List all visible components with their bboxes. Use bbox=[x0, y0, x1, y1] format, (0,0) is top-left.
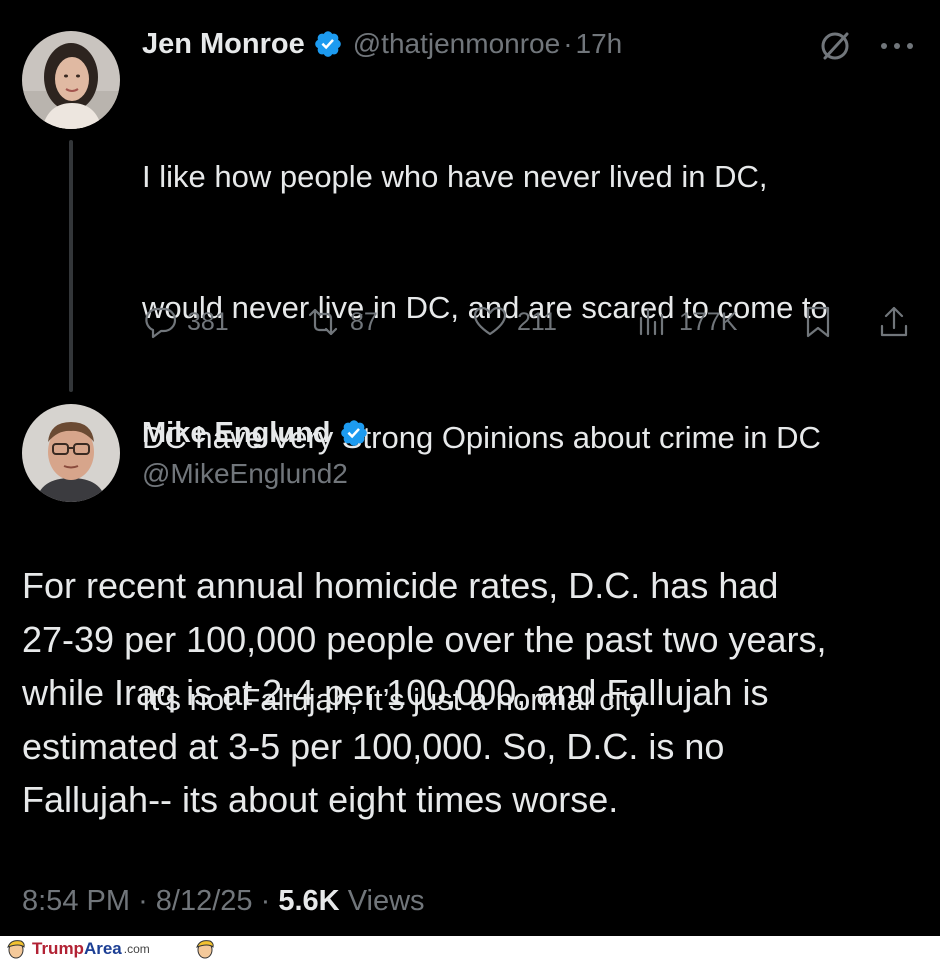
like-button[interactable]: 211 bbox=[472, 300, 557, 344]
watermark-logo: Trump Area .com bbox=[32, 936, 150, 961]
reply-button[interactable]: 381 bbox=[142, 300, 229, 344]
separator-dot: · bbox=[260, 885, 271, 917]
repost-count: 87 bbox=[350, 307, 378, 336]
author-handle[interactable]: @thatjenmonroe bbox=[353, 28, 560, 60]
grok-icon[interactable] bbox=[818, 29, 852, 63]
avatar-mike-englund[interactable] bbox=[22, 404, 120, 502]
share-icon bbox=[880, 306, 908, 337]
author-name[interactable]: Jen Monroe bbox=[142, 28, 305, 61]
watermark-face-icon bbox=[196, 940, 214, 959]
watermark-footer: Trump Area .com bbox=[0, 936, 940, 961]
watermark-brand-c: .com bbox=[123, 941, 150, 956]
views-label: Views bbox=[347, 885, 425, 917]
tweet1-header: Jen Monroe @thatjenmonroe · 17h bbox=[142, 24, 622, 64]
repost-icon bbox=[308, 308, 338, 336]
watermark-brand-b: Area bbox=[83, 938, 122, 958]
tweet1-action-bar: 381 87 211 177K bbox=[142, 300, 920, 344]
tweet-text-line: Fallujah-- its about eight times worse. bbox=[22, 779, 619, 820]
tweet-text-line: while Iraq is at 2-4 per 100,000, and Fa… bbox=[22, 672, 769, 713]
reply-icon bbox=[145, 307, 177, 339]
watermark-brand-a: Trump bbox=[32, 938, 84, 958]
share-button[interactable] bbox=[876, 300, 912, 344]
views-count: 5.6K bbox=[278, 885, 340, 917]
repost-button[interactable]: 87 bbox=[305, 300, 378, 344]
tweet-date[interactable]: 8/12/25 bbox=[156, 885, 253, 917]
tweet2-meta: 8:54 PM · 8/12/25 · 5.6K Views bbox=[22, 885, 425, 918]
author-handle[interactable]: @MikeEnglund2 bbox=[142, 458, 348, 490]
more-options-icon[interactable] bbox=[878, 36, 916, 56]
tweet2-header: Mike Englund bbox=[142, 412, 369, 454]
tweet-text-line: estimated at 3-5 per 100,000. So, D.C. i… bbox=[22, 725, 725, 767]
tweet-text-line: 27-39 per 100,000 people over the past t… bbox=[22, 618, 827, 660]
author-name[interactable]: Mike Englund bbox=[142, 417, 331, 450]
views-chart-icon bbox=[639, 308, 664, 336]
avatar-jen-monroe[interactable] bbox=[22, 31, 120, 129]
heart-icon bbox=[473, 306, 507, 336]
watermark-face-icon bbox=[7, 940, 25, 959]
bookmark-button[interactable] bbox=[800, 300, 836, 344]
separator-dot: · bbox=[138, 885, 148, 917]
tweet-time[interactable]: 8:54 PM bbox=[22, 885, 130, 917]
reply-count: 381 bbox=[187, 307, 229, 336]
tweet-timestamp[interactable]: 17h bbox=[576, 28, 623, 60]
tweet2-text: For recent annual homicide rates, D.C. h… bbox=[22, 559, 922, 827]
views-button[interactable]: 177K bbox=[634, 300, 737, 344]
tweet-text-line: For recent annual homicide rates, D.C. h… bbox=[22, 565, 779, 606]
verified-badge-icon bbox=[314, 31, 341, 57]
bookmark-icon bbox=[806, 306, 830, 338]
separator-dot: · bbox=[563, 28, 573, 59]
tweet-text-line: I like how people who have never lived i… bbox=[142, 159, 768, 194]
views-count: 177K bbox=[679, 307, 738, 336]
verified-badge-icon bbox=[340, 420, 367, 446]
like-count: 211 bbox=[517, 307, 557, 336]
thread-connector-line bbox=[69, 140, 73, 392]
